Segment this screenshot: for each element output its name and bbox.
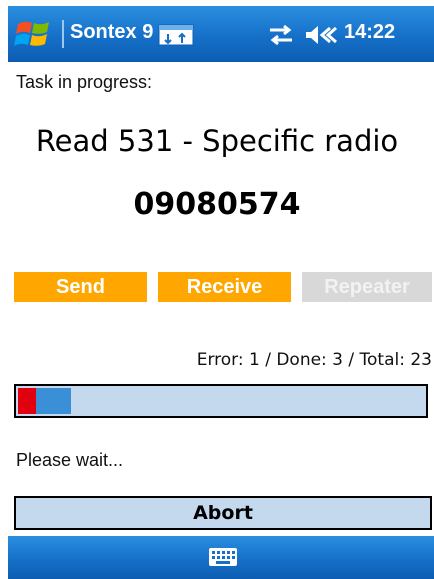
connectivity-arrows-icon[interactable]: [266, 24, 296, 46]
taskbar-window-icon[interactable]: [158, 23, 194, 47]
receive-button[interactable]: Receive: [158, 272, 291, 302]
windows-flag-icon[interactable]: [14, 18, 54, 50]
speaker-muted-icon[interactable]: [304, 24, 338, 46]
task-in-progress-label: Task in progress:: [16, 72, 153, 92]
clock[interactable]: 14:22: [344, 21, 395, 44]
app-title: Sontex 9: [70, 21, 154, 43]
abort-button[interactable]: Abort: [14, 496, 432, 530]
progress-done-segment: [35, 388, 71, 414]
progress-counts: Error: 1 / Done: 3 / Total: 23: [196, 350, 432, 370]
status-text: Please wait...: [16, 450, 124, 470]
title-separator: [62, 20, 64, 48]
progress-error-segment: [18, 388, 36, 414]
repeater-button: Repeater: [302, 272, 432, 302]
send-button[interactable]: Send: [14, 272, 147, 302]
progress-bar: [14, 384, 428, 418]
title-bar: Sontex 9 14:22: [8, 6, 434, 62]
menu-bar: [8, 536, 434, 579]
task-title: Read 531 - Specific radio: [35, 124, 399, 158]
keyboard-icon[interactable]: [208, 546, 238, 568]
meter-number: 09080574: [133, 187, 301, 222]
